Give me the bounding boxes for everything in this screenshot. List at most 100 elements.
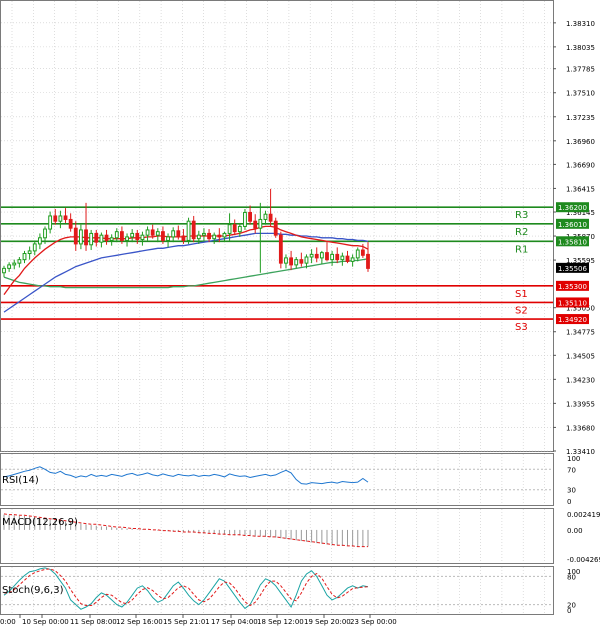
x-tick-label: 0:00 [0, 618, 16, 626]
level-label-r1: R1 [515, 244, 528, 255]
candle-body [171, 230, 176, 238]
forex-chart: R3 R2 R1 S1 S2 S3 1.38310 1.38035 1.37785 1.3751… [0, 0, 600, 629]
candle-body [278, 234, 283, 264]
y-tick-label: 1.36690 [566, 161, 595, 169]
y-tick-label: 1.33955 [566, 400, 595, 408]
candle-body [253, 220, 258, 229]
candle-body [186, 220, 191, 241]
candle-body [27, 250, 32, 255]
candle-body [145, 229, 150, 236]
candle-body [191, 220, 196, 240]
candle-body [166, 236, 170, 241]
candle-body [78, 229, 83, 245]
candle-body [314, 253, 319, 259]
candle-body [217, 234, 222, 238]
candle-body [17, 259, 22, 264]
candle-body [360, 249, 365, 256]
candle-body [232, 224, 237, 233]
candle-body [222, 232, 227, 238]
rsi-tick-label: 0 [567, 498, 571, 506]
candle-body [104, 234, 109, 241]
candle-body [53, 215, 58, 222]
candle-body [258, 218, 263, 229]
candle-body [273, 220, 278, 236]
candle-body [63, 215, 68, 220]
level-price-label: 1.34920 [558, 316, 587, 324]
candle-body [99, 234, 104, 243]
candle-body [155, 231, 160, 236]
candle-body [125, 236, 129, 241]
candle-body [181, 235, 186, 241]
candle-body [109, 237, 114, 241]
stoch-tick-label: 0 [567, 607, 571, 615]
y-tick-label: 1.33680 [566, 424, 595, 432]
level-label-s1: S1 [515, 289, 528, 300]
macd-title: MACD(12,26,9) [2, 517, 78, 528]
candle-body [22, 253, 27, 261]
level-label-s2: S2 [515, 305, 528, 316]
rsi-tick-label: 30 [567, 487, 576, 495]
candle-body [37, 237, 42, 245]
level-price-label: 1.35300 [558, 283, 587, 291]
stoch-tick-label: 80 [567, 573, 576, 581]
macd-tick-label: 0.002419 [567, 511, 600, 519]
macd-tick-label: -0.004269 [567, 556, 600, 564]
x-tick-label: 11 Sep 08:00 [70, 618, 117, 626]
x-tick-label: 19 Sep 20:00 [304, 618, 351, 626]
rsi-title: RSI(14) [2, 475, 39, 486]
candle-body [366, 253, 370, 269]
candle-body [32, 243, 37, 252]
candle-body [114, 231, 119, 239]
candle-body [299, 259, 304, 264]
candle-body [268, 213, 273, 222]
y-tick-label: 1.34505 [566, 352, 595, 360]
candle-body [130, 232, 135, 238]
candle-body [309, 253, 314, 258]
candle-body [319, 252, 324, 259]
candle-body [304, 256, 309, 264]
y-tick-label: 1.38035 [566, 44, 595, 52]
current-price-label: 1.35506 [558, 265, 587, 273]
candle-body [345, 255, 350, 262]
candle-body [284, 257, 288, 264]
candle-body [243, 211, 247, 227]
x-tick-label: 23 Sep 00:00 [350, 618, 397, 626]
stoch-title: Stoch(9,6,3) [2, 585, 64, 596]
level-label-r2: R2 [515, 227, 528, 238]
y-tick-label: 1.36415 [566, 185, 595, 193]
candle-body [294, 259, 299, 266]
candle-body [68, 218, 73, 229]
candle-body [161, 231, 165, 241]
candle-body [212, 234, 217, 240]
level-price-label: 1.35110 [558, 299, 587, 307]
candle-body [58, 215, 63, 222]
level-label-s3: S3 [515, 322, 528, 333]
macd-tick-label: 0.00 [567, 527, 583, 535]
candle-body [48, 215, 53, 230]
candle-body [289, 257, 294, 266]
candle-body [73, 227, 78, 245]
level-price-label: 1.35810 [558, 238, 587, 246]
candle-body [330, 253, 335, 261]
level-price-label: 1.36010 [558, 221, 587, 229]
candle-body [207, 232, 211, 240]
candle-body [335, 253, 340, 261]
x-tick-label: 10 Sep 00:00 [22, 618, 69, 626]
candle-body [150, 229, 155, 236]
candle-body [2, 267, 6, 274]
candle-body [248, 211, 252, 222]
candle-body [350, 257, 355, 262]
y-tick-label: 1.37785 [566, 66, 595, 74]
x-tick-label: 15 Sep 21:01 [163, 618, 210, 626]
x-tick-label: 12 Sep 16:00 [116, 618, 163, 626]
candle-body [237, 225, 242, 233]
y-tick-label: 1.38310 [566, 20, 595, 28]
candle-body [94, 232, 99, 243]
candle-body [202, 232, 206, 236]
candle-body [7, 264, 12, 269]
y-tick-label: 1.37510 [566, 90, 595, 98]
candle-body [120, 231, 124, 241]
level-label-r3: R3 [515, 210, 528, 221]
candle-body [340, 255, 345, 261]
candle-body [325, 252, 329, 261]
